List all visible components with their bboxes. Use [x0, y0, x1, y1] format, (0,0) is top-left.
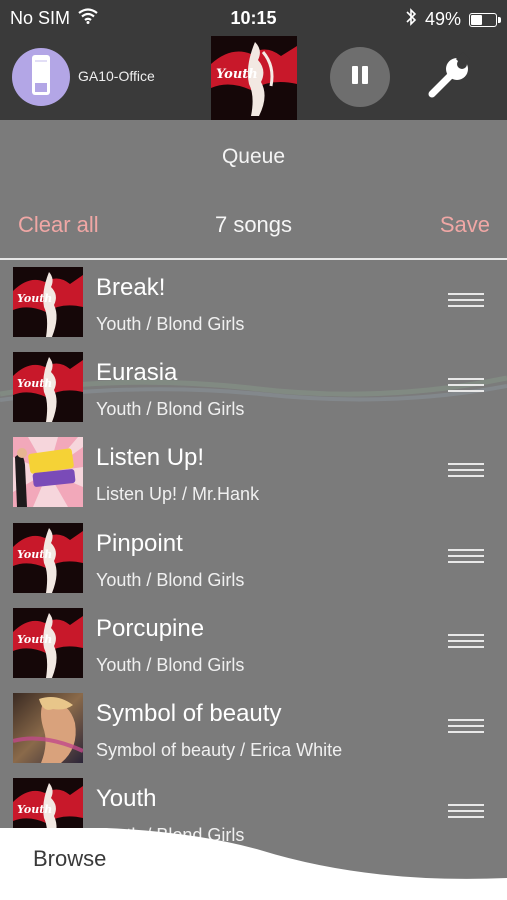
album-art-script: Youth: [17, 548, 52, 561]
song-subtitle: Symbol of beauty / Erica White: [96, 739, 343, 760]
now-playing-album-art[interactable]: Youth: [211, 36, 297, 120]
song-title: Listen Up!: [96, 444, 205, 472]
bluetooth-icon: [405, 7, 417, 32]
album-art-script: Youth: [17, 633, 52, 646]
song-title: Porcupine: [96, 614, 205, 642]
wrench-icon: [424, 51, 474, 106]
song-subtitle: Youth / Blond Girls: [96, 569, 245, 590]
browse-label: Browse: [33, 846, 107, 871]
battery-fill: [471, 14, 482, 25]
pause-button[interactable]: [330, 47, 390, 107]
song-row[interactable]: Symbol of beauty Symbol of beauty / Eric…: [0, 686, 507, 771]
song-album-art: [13, 437, 83, 508]
battery-percent: 49%: [424, 9, 461, 29]
album-art-script: Youth: [17, 377, 52, 390]
song-album-art: Youth: [13, 522, 83, 593]
song-row[interactable]: Youth Pinpoint Youth / Blond Girls: [0, 516, 507, 601]
song-row[interactable]: Youth Porcupine Youth / Blond Girls: [0, 601, 507, 686]
song-count: 7 songs: [214, 212, 293, 237]
song-album-art: Youth: [13, 352, 83, 423]
queue-title: Queue: [221, 145, 286, 168]
song-row[interactable]: Youth Break! Youth / Blond Girls: [0, 260, 507, 345]
song-subtitle: Youth / Blond Girls: [96, 654, 245, 675]
status-bar: No SIM 10:15 49%: [0, 0, 507, 36]
song-title: Pinpoint: [96, 529, 183, 557]
queue-header: Queue Clear all 7 songs Save: [0, 120, 507, 258]
drag-handle-icon[interactable]: [448, 293, 484, 309]
song-subtitle: Youth / Blond Girls: [96, 314, 245, 334]
song-album-art: Youth: [13, 607, 83, 678]
song-album-art: [13, 692, 83, 763]
song-subtitle: Listen Up! / Mr.Hank: [96, 484, 260, 505]
drag-handle-icon[interactable]: [448, 804, 484, 820]
device-name: GA10-Office: [78, 68, 155, 84]
song-album-art: Youth: [13, 267, 83, 337]
song-title: Break!: [96, 274, 166, 301]
album-art-script: Youth: [216, 67, 258, 82]
pause-icon: [349, 64, 371, 91]
song-title: Symbol of beauty: [96, 699, 282, 727]
player-bar: GA10-Office Youth: [0, 36, 507, 120]
song-row[interactable]: Youth Eurasia Youth / Blond Girls: [0, 345, 507, 430]
song-title: Youth: [96, 785, 157, 813]
song-title: Eurasia: [96, 359, 178, 387]
save-button[interactable]: Save: [440, 212, 490, 238]
drag-handle-icon[interactable]: [448, 718, 484, 735]
album-art-script: Youth: [17, 292, 52, 305]
drag-handle-icon[interactable]: [448, 633, 484, 650]
album-art-script: Youth: [17, 803, 52, 816]
song-list: Youth Break! Youth / Blond Girls Youth E…: [0, 260, 507, 856]
status-right: 49%: [405, 7, 501, 32]
browse-tab[interactable]: Browse: [0, 828, 507, 900]
device-button[interactable]: [12, 48, 70, 106]
battery-icon: [469, 12, 501, 27]
speaker-device-icon: [30, 53, 52, 102]
drag-handle-icon[interactable]: [448, 548, 484, 565]
song-subtitle: Youth / Blond Girls: [96, 399, 245, 420]
song-row[interactable]: Listen Up! Listen Up! / Mr.Hank: [0, 430, 507, 515]
drag-handle-icon[interactable]: [448, 463, 484, 479]
drag-handle-icon[interactable]: [448, 378, 484, 394]
settings-button[interactable]: [424, 51, 474, 102]
